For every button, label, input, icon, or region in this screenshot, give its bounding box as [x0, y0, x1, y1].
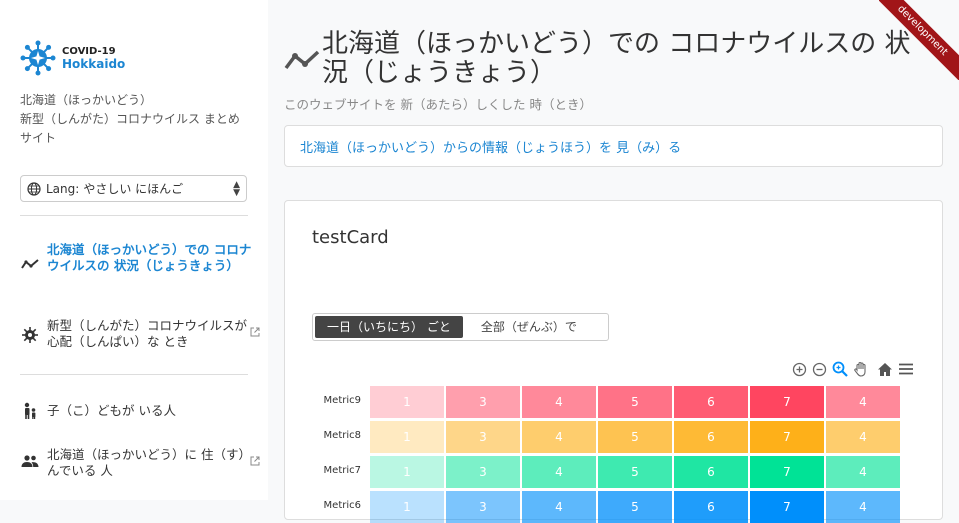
virus-icon — [20, 326, 40, 344]
sidebar-item-children[interactable]: 子（こ）どもが いる人 — [20, 402, 260, 420]
heatmap-cell[interactable]: 5 — [598, 456, 672, 488]
language-select[interactable]: Lang: やさしい にほんご ▲ ▼ — [20, 175, 247, 202]
chart-toolbar — [787, 361, 914, 377]
heatmap-cell[interactable]: 6 — [674, 386, 748, 418]
people-icon — [20, 455, 40, 467]
page-subtitle: このウェブサイトを 新（あたら）しくした 時（とき） — [284, 97, 592, 112]
heatmap-cell[interactable]: 4 — [522, 421, 596, 453]
heatmap-cell[interactable]: 1 — [370, 421, 444, 453]
site-description: 北海道（ほっかいどう） 新型（しんがた）コロナウイルス まとめ サイト — [20, 91, 265, 148]
heatmap-cell[interactable]: 1 — [370, 386, 444, 418]
home-icon[interactable] — [877, 362, 893, 377]
heatmap-cell[interactable]: 7 — [750, 386, 824, 418]
heatmap-cell[interactable]: 6 — [674, 421, 748, 453]
toggle-daily-button[interactable]: 一日（いちにち） ごと — [315, 316, 463, 338]
heatmap-cell[interactable]: 4 — [522, 386, 596, 418]
sidebar-item-label: 新型（しんがた）コロナウイルスが 心配（しんぱい）な とき — [47, 318, 248, 349]
zoom-select-icon[interactable] — [832, 361, 848, 377]
site-description-line: 新型（しんがた）コロナウイルス まとめ — [20, 112, 240, 126]
development-ribbon-label: development — [879, 0, 959, 80]
sidebar-item-label: 北海道（ほっかいどう）での コロナウイルスの 状況（じょうきょう） — [47, 242, 252, 273]
chart-line-icon — [20, 258, 40, 270]
chart-line-icon — [284, 48, 322, 88]
toggle-cumulative-button[interactable]: 全部（ぜんぶ）で — [469, 316, 589, 338]
heatmap-cell[interactable]: 7 — [750, 491, 824, 523]
globe-icon — [27, 181, 41, 196]
page-header: 北海道（ほっかいどう）での コロナウイルスの 状況（じょうきょう） — [284, 30, 914, 88]
heatmap-cell[interactable]: 7 — [750, 421, 824, 453]
heatmap-cell[interactable]: 5 — [598, 421, 672, 453]
external-link-icon — [250, 456, 260, 472]
zoom-out-icon[interactable] — [812, 362, 827, 377]
sidebar: COVID-19 Hokkaido 北海道（ほっかいどう） 新型（しんがた）コロ… — [0, 0, 268, 500]
zoom-in-icon[interactable] — [792, 362, 807, 377]
sidebar-item-label: 子（こ）どもが いる人 — [47, 403, 176, 418]
heatmap-cell[interactable]: 3 — [446, 386, 520, 418]
external-link-icon — [250, 327, 260, 343]
heatmap-cell[interactable]: 5 — [598, 386, 672, 418]
heatmap-cell[interactable]: 4 — [522, 491, 596, 523]
virus-logo-icon — [20, 40, 56, 76]
heatmap-cell[interactable]: 1 — [370, 491, 444, 523]
site-description-line: 北海道（ほっかいどう） — [20, 93, 153, 107]
heatmap-cell[interactable]: 1 — [370, 456, 444, 488]
divider — [20, 374, 248, 375]
heatmap-cell[interactable]: 6 — [674, 456, 748, 488]
divider — [20, 215, 248, 216]
main-content: 北海道（ほっかいどう）での コロナウイルスの 状況（じょうきょう） このウェブサ… — [268, 0, 959, 523]
heatmap-cell[interactable]: 7 — [750, 456, 824, 488]
heatmap-row-label: Metric7 — [323, 465, 361, 476]
site-description-line: サイト — [20, 131, 57, 145]
heatmap-row-label: Metric9 — [323, 395, 361, 406]
environment-ribbon: development — [879, 0, 959, 80]
heatmap-cell[interactable]: 3 — [446, 491, 520, 523]
test-card: testCard 一日（いちにち） ごと 全部（ぜんぶ）で Metric9 1 3 4… — [284, 200, 943, 523]
heatmap-cell[interactable]: 4 — [826, 421, 900, 453]
sidebar-item-status[interactable]: 北海道（ほっかいどう）での コロナウイルスの 状況（じょうきょう） — [20, 242, 260, 274]
card-title: testCard — [312, 227, 389, 248]
heatmap-cell[interactable]: 5 — [598, 491, 672, 523]
heatmap-cell[interactable]: 6 — [674, 491, 748, 523]
data-mode-toggle: 一日（いちにち） ごと 全部（ぜんぶ）で — [312, 313, 609, 341]
parent-child-icon — [20, 402, 40, 420]
sidebar-item-residents[interactable]: 北海道（ほっかいどう）に 住（す）んでいる 人 — [20, 447, 260, 479]
heatmap-row-label: Metric8 — [323, 430, 361, 441]
menu-icon[interactable] — [898, 363, 914, 375]
sidebar-item-label: 北海道（ほっかいどう）に 住（す）んでいる 人 — [47, 447, 251, 478]
heatmap-cell[interactable]: 4 — [522, 456, 596, 488]
chevron-updown-icon: ▲ ▼ — [233, 179, 240, 198]
heatmap-cell[interactable]: 3 — [446, 456, 520, 488]
heatmap-row-label: Metric6 — [323, 500, 361, 511]
page-title: 北海道（ほっかいどう）での コロナウイルスの 状況（じょうきょう） — [322, 29, 911, 88]
hokkaido-info-link[interactable]: 北海道（ほっかいどう）からの情報（じょうほう）を 見（み）る — [284, 125, 943, 167]
heatmap-cell[interactable]: 4 — [826, 456, 900, 488]
sidebar-item-worried[interactable]: 新型（しんがた）コロナウイルスが 心配（しんぱい）な とき — [20, 318, 260, 350]
site-logo[interactable]: COVID-19 Hokkaido — [20, 40, 125, 76]
language-selected-value: やさしい にほんご — [83, 182, 184, 196]
heatmap-cell[interactable]: 4 — [826, 491, 900, 523]
language-label: Lang: — [46, 181, 80, 196]
logo-subtitle: Hokkaido — [62, 57, 126, 71]
heatmap-cell[interactable]: 4 — [826, 386, 900, 418]
heatmap-cell[interactable]: 3 — [446, 421, 520, 453]
pan-hand-icon[interactable] — [853, 361, 869, 377]
